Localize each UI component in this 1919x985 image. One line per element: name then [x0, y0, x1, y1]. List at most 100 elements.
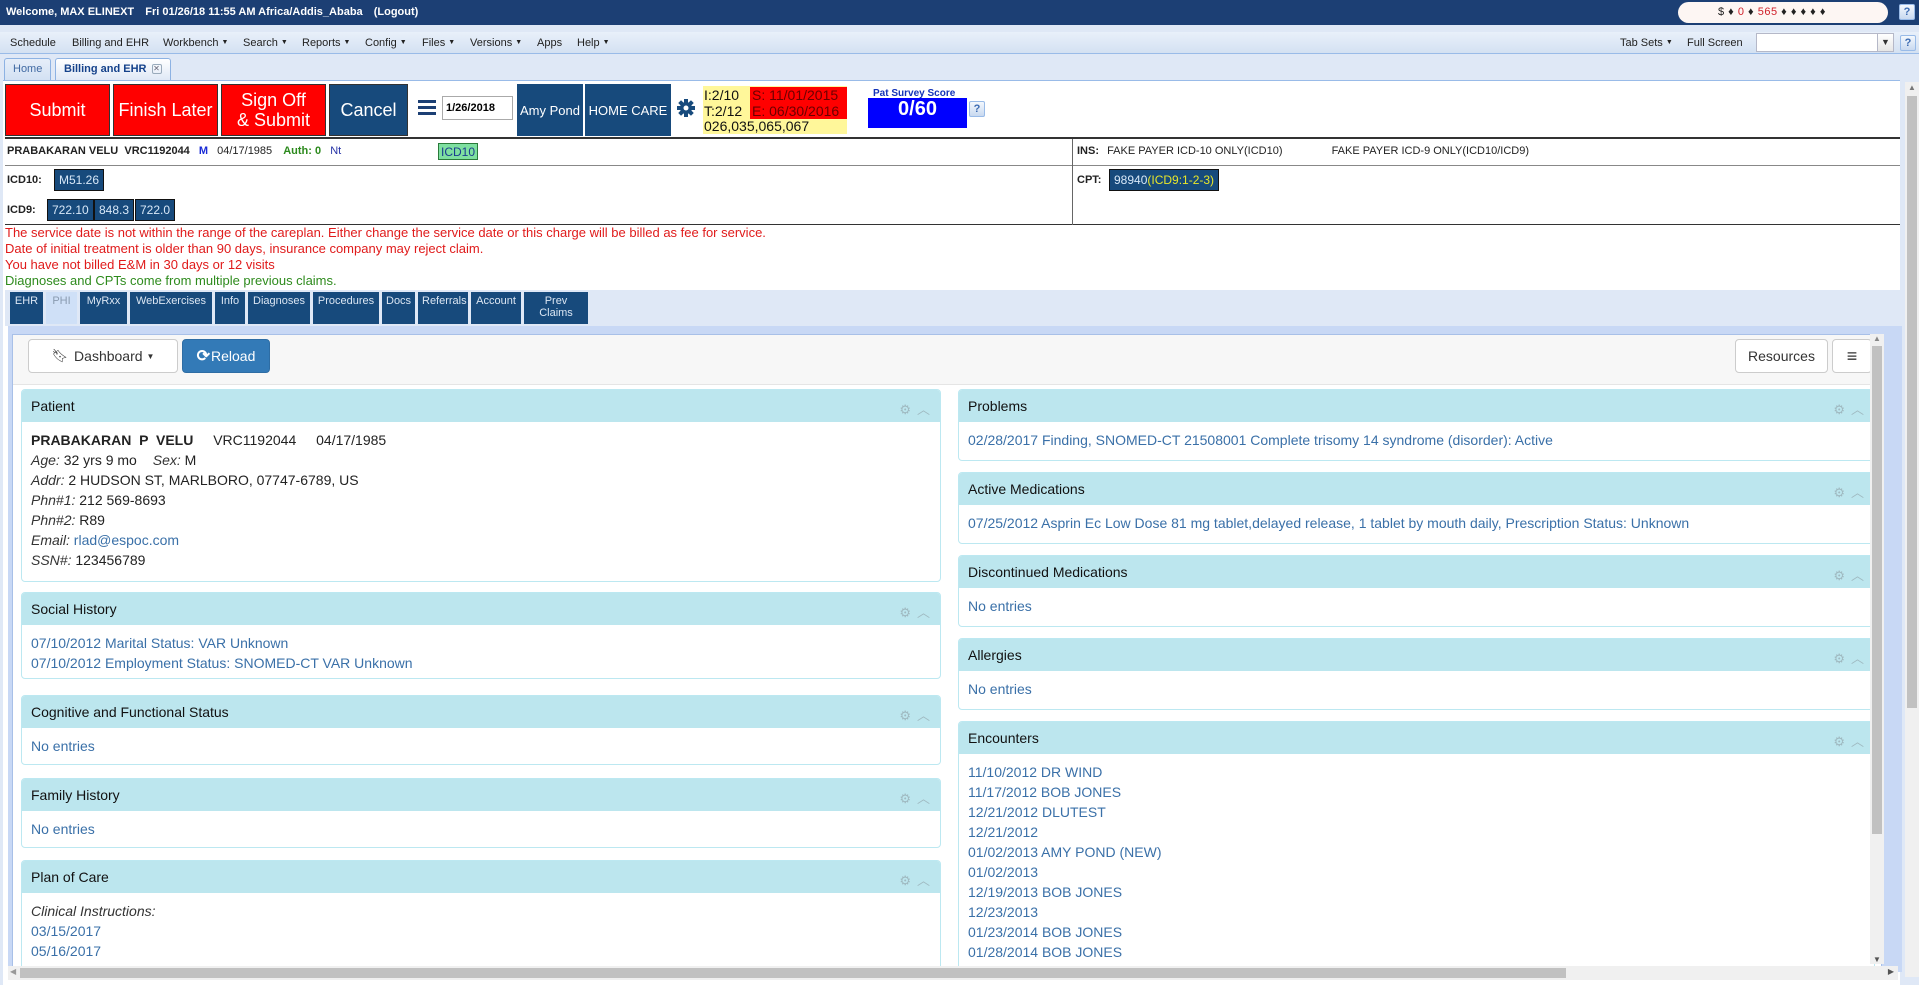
- menu-icon[interactable]: [418, 100, 436, 116]
- list-item[interactable]: 03/15/2017: [31, 921, 931, 941]
- tab-prev-claims[interactable]: Prev Claims: [524, 292, 588, 324]
- gear-icon[interactable]: ⚙: [899, 402, 911, 417]
- sign-off-submit-button[interactable]: Sign Off & Submit: [221, 84, 326, 136]
- icd10-code-chip[interactable]: M51.26: [54, 169, 105, 191]
- scroll-up-icon[interactable]: ▲: [1908, 83, 1916, 92]
- chevron-up-icon[interactable]: ︿: [917, 402, 930, 417]
- tab-account[interactable]: Account: [471, 292, 521, 324]
- menu-help[interactable]: Help ▼: [577, 37, 610, 49]
- list-item[interactable]: 11/10/2012 DR WIND: [968, 762, 1865, 782]
- tab-webexercises[interactable]: WebExercises: [130, 292, 212, 324]
- scroll-left-icon[interactable]: ◀: [10, 967, 16, 976]
- list-item[interactable]: 01/02/2013 AMY POND (NEW): [968, 842, 1865, 862]
- chevron-up-icon[interactable]: ︿: [1851, 402, 1864, 417]
- chevron-up-icon[interactable]: ︿: [1851, 651, 1864, 666]
- list-item[interactable]: 07/10/2012 Employment Status: SNOMED-CT …: [31, 653, 931, 673]
- chevron-up-icon[interactable]: ︿: [1851, 734, 1864, 749]
- list-item[interactable]: 12/19/2013 BOB JONES: [968, 882, 1865, 902]
- gear-icon[interactable]: ⚙: [1833, 568, 1845, 583]
- tab-phi[interactable]: PHI: [46, 292, 77, 324]
- location-button[interactable]: HOME CARE: [585, 84, 671, 136]
- menu-config[interactable]: Config ▼: [365, 37, 407, 49]
- list-item[interactable]: 07/25/2012 Asprin Ec Low Dose 81 mg tabl…: [968, 513, 1865, 533]
- chevron-up-icon[interactable]: ︿: [917, 791, 930, 806]
- dashboard-dropdown-button[interactable]: 🔖︎ Dashboard ▼: [28, 339, 178, 373]
- icd9-code-chip[interactable]: 722.0: [135, 199, 176, 221]
- icd9-code-chip[interactable]: 722.10: [47, 199, 94, 221]
- resources-button[interactable]: Resources: [1735, 339, 1828, 373]
- list-item[interactable]: 12/23/2013: [968, 902, 1865, 922]
- patient-email-link[interactable]: rlad@espoc.com: [74, 532, 179, 548]
- gear-icon[interactable]: ⚙: [899, 708, 911, 723]
- list-item[interactable]: 02/28/2017 Finding, SNOMED-CT 21508001 C…: [968, 430, 1865, 450]
- tab-info[interactable]: Info: [215, 292, 245, 324]
- icd9-code-chip[interactable]: 848.3: [94, 199, 135, 221]
- list-item[interactable]: 11/17/2012 BOB JONES: [968, 782, 1865, 802]
- menu-versions[interactable]: Versions ▼: [470, 37, 522, 49]
- scroll-right-icon[interactable]: ▶: [1888, 967, 1894, 976]
- page-vertical-scrollbar[interactable]: ▲: [1905, 82, 1919, 977]
- quick-search-combo[interactable]: ▼: [1756, 33, 1894, 52]
- chevron-up-icon[interactable]: ︿: [1851, 568, 1864, 583]
- cancel-button[interactable]: Cancel: [329, 84, 408, 136]
- menu-full-screen[interactable]: Full Screen: [1687, 37, 1743, 49]
- menu-schedule[interactable]: Schedule: [10, 37, 56, 49]
- code-system-badge[interactable]: ICD10: [438, 143, 479, 160]
- menu-billing-ehr[interactable]: Billing and EHR: [72, 37, 149, 49]
- cpt-code-chip[interactable]: 98940(ICD9:1-2-3): [1109, 169, 1220, 191]
- tab-billing-ehr[interactable]: Billing and EHR ✕: [55, 58, 171, 80]
- menu-workbench[interactable]: Workbench ▼: [163, 37, 228, 49]
- help-button-top[interactable]: ?: [1899, 4, 1915, 20]
- scroll-thumb[interactable]: [20, 968, 1566, 978]
- tab-docs[interactable]: Docs: [382, 292, 415, 324]
- service-date-input[interactable]: [442, 96, 513, 120]
- scroll-thumb[interactable]: [1872, 346, 1882, 834]
- gear-icon[interactable]: ⚙: [899, 791, 911, 806]
- reload-button[interactable]: ⟳ Reload: [182, 339, 270, 373]
- chevron-up-icon[interactable]: ︿: [917, 873, 930, 888]
- tab-myrxx[interactable]: MyRxx: [80, 292, 127, 324]
- chevron-down-icon[interactable]: ▼: [1877, 34, 1893, 51]
- list-item[interactable]: 07/10/2012 Marital Status: VAR Unknown: [31, 633, 931, 653]
- menu-search[interactable]: Search ▼: [243, 37, 288, 49]
- chevron-up-icon[interactable]: ︿: [917, 605, 930, 620]
- notes-link[interactable]: Nt: [330, 145, 341, 157]
- scroll-up-icon[interactable]: ▲: [1873, 334, 1881, 343]
- provider-button[interactable]: Amy Pond: [517, 84, 583, 136]
- horizontal-scrollbar[interactable]: ◀ ▶: [8, 966, 1898, 980]
- gear-icon[interactable]: ⚙: [1833, 734, 1845, 749]
- dashboard-vertical-scrollbar[interactable]: ▲ ▼: [1870, 334, 1884, 964]
- auth-count[interactable]: Auth: 0: [283, 145, 321, 157]
- tab-procedures[interactable]: Procedures: [313, 292, 379, 324]
- list-item[interactable]: 01/28/2014 BOB JONES: [968, 942, 1865, 962]
- menu-tab-sets[interactable]: Tab Sets ▼: [1620, 37, 1673, 49]
- payer-primary[interactable]: FAKE PAYER ICD-10 ONLY(ICD10): [1107, 145, 1282, 157]
- payer-secondary[interactable]: FAKE PAYER ICD-9 ONLY(ICD10/ICD9): [1332, 145, 1529, 157]
- tab-home[interactable]: Home: [4, 58, 52, 80]
- help-button-menu[interactable]: ?: [1900, 35, 1916, 51]
- chevron-up-icon[interactable]: ︿: [1851, 485, 1864, 500]
- list-item[interactable]: 05/16/2017: [31, 941, 931, 961]
- finish-later-button[interactable]: Finish Later: [113, 84, 218, 136]
- tab-ehr[interactable]: EHR: [10, 292, 43, 324]
- scroll-thumb[interactable]: [1907, 96, 1917, 708]
- menu-reports[interactable]: Reports ▼: [302, 37, 350, 49]
- list-item[interactable]: 12/21/2012: [968, 822, 1865, 842]
- list-item[interactable]: 01/23/2014 BOB JONES: [968, 922, 1865, 942]
- menu-files[interactable]: Files ▼: [422, 37, 455, 49]
- list-item[interactable]: 12/21/2012 DLUTEST: [968, 802, 1865, 822]
- close-icon[interactable]: ✕: [151, 64, 162, 74]
- logout-link[interactable]: (Logout): [374, 6, 419, 18]
- tab-referrals[interactable]: Referrals: [418, 292, 468, 324]
- list-item[interactable]: 01/02/2013: [968, 862, 1865, 882]
- gear-icon[interactable]: ⚙: [1833, 402, 1845, 417]
- gear-icon[interactable]: ⚙: [899, 605, 911, 620]
- chevron-up-icon[interactable]: ︿: [917, 708, 930, 723]
- tab-diagnoses[interactable]: Diagnoses: [248, 292, 310, 324]
- survey-score[interactable]: 0/60: [868, 98, 967, 128]
- gear-icon[interactable]: [676, 98, 696, 118]
- scroll-down-icon[interactable]: ▼: [1873, 955, 1881, 964]
- survey-help-button[interactable]: ?: [969, 101, 985, 117]
- gear-icon[interactable]: ⚙: [1833, 485, 1845, 500]
- hamburger-menu-icon[interactable]: ≡: [1832, 339, 1872, 373]
